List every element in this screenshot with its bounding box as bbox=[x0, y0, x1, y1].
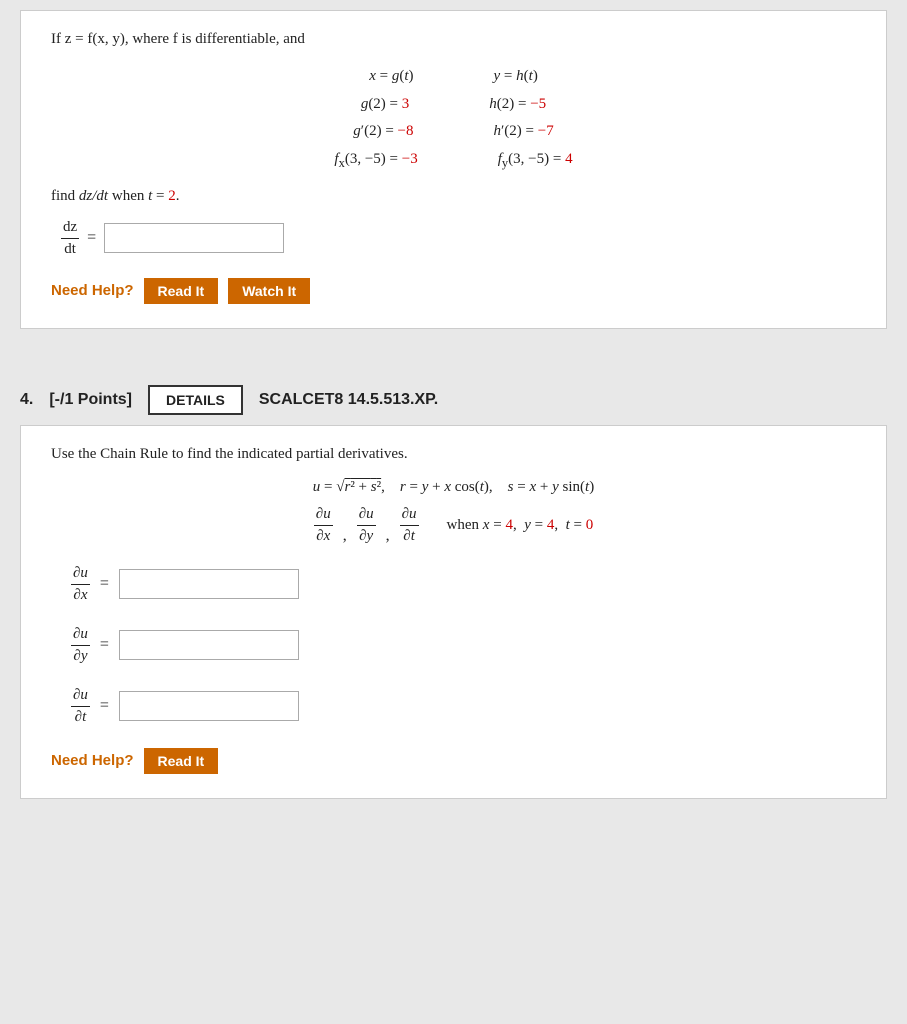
dz-numerator: dz bbox=[61, 219, 79, 239]
find-text: find dz/dt when t = 2. bbox=[51, 188, 856, 205]
need-help-row-4: Need Help? Read It bbox=[51, 748, 856, 774]
divider bbox=[0, 339, 907, 355]
equals-ut: = bbox=[100, 697, 109, 715]
answer-row-dz: dz dt = bbox=[61, 219, 856, 258]
problem4-equation: u = √r² + s², r = y + x cos(t), s = x + … bbox=[51, 479, 856, 496]
need-help-label-4: Need Help? bbox=[51, 752, 134, 769]
math-row-3: g′(2) = −8 h′(2) = −7 bbox=[51, 119, 856, 145]
given-g2: g(2) = 3 bbox=[361, 92, 409, 118]
partial-ux: ∂u ∂x bbox=[314, 506, 333, 545]
comma2: , bbox=[386, 527, 390, 545]
math-row-1: x = g(t) y = h(t) bbox=[51, 64, 856, 90]
uy-answer-input[interactable] bbox=[119, 630, 299, 660]
given-gprime: g′(2) = −8 bbox=[353, 119, 413, 145]
watch-it-button-3[interactable]: Watch It bbox=[228, 278, 310, 304]
math-block: x = g(t) y = h(t) g(2) = 3 h(2) = −5 g′(… bbox=[51, 64, 856, 174]
equals-uy: = bbox=[100, 636, 109, 654]
dz-denominator: dt bbox=[62, 239, 78, 258]
math-row-4: fx(3, −5) = −3 fy(3, −5) = 4 bbox=[51, 147, 856, 174]
math-row-2: g(2) = 3 h(2) = −5 bbox=[51, 92, 856, 118]
partial-ut: ∂u ∂t bbox=[400, 506, 419, 545]
when-text: when x = 4, y = 4, t = 0 bbox=[447, 517, 594, 534]
equals-ux: = bbox=[100, 575, 109, 593]
ans-fraction-ux: ∂u ∂x bbox=[71, 565, 90, 604]
ux-answer-input[interactable] bbox=[119, 569, 299, 599]
read-it-button-4[interactable]: Read It bbox=[144, 748, 219, 774]
dz-answer-input[interactable] bbox=[104, 223, 284, 253]
comma1: , bbox=[343, 527, 347, 545]
divider2 bbox=[0, 355, 907, 371]
given-fy: fy(3, −5) = 4 bbox=[498, 147, 573, 174]
given-h2: h(2) = −5 bbox=[489, 92, 546, 118]
problem3-intro: If z = f(x, y), where f is differentiabl… bbox=[51, 31, 856, 48]
given-x-eq: x = g(t) bbox=[369, 64, 413, 90]
given-y-eq: y = h(t) bbox=[494, 64, 538, 90]
answer-row-ut: ∂u ∂t = bbox=[71, 687, 856, 726]
partial-uy: ∂u ∂y bbox=[357, 506, 376, 545]
answer-row-uy: ∂u ∂y = bbox=[71, 626, 856, 665]
ans-fraction-uy: ∂u ∂y bbox=[71, 626, 90, 665]
problem4-points: [-/1 Points] bbox=[49, 391, 132, 409]
partial-expressions: ∂u ∂x , ∂u ∂y , ∂u ∂t bbox=[314, 506, 419, 545]
problem3-box: If z = f(x, y), where f is differentiabl… bbox=[20, 10, 887, 329]
read-it-button-3[interactable]: Read It bbox=[144, 278, 219, 304]
details-button[interactable]: DETAILS bbox=[148, 385, 243, 415]
need-help-row-3: Need Help? Read It Watch It bbox=[51, 278, 856, 304]
given-fx: fx(3, −5) = −3 bbox=[334, 147, 417, 174]
ans-fraction-ut: ∂u ∂t bbox=[71, 687, 90, 726]
given-hprime: h′(2) = −7 bbox=[494, 119, 554, 145]
problem4-header: 4. [-/1 Points] DETAILS SCALCET8 14.5.51… bbox=[0, 371, 907, 425]
problem4-number: 4. bbox=[20, 391, 33, 409]
problem4-id: SCALCET8 14.5.513.XP. bbox=[259, 391, 438, 409]
problem4-box: Use the Chain Rule to find the indicated… bbox=[20, 425, 887, 799]
answer-rows-block: ∂u ∂x = ∂u ∂y = ∂u ∂t bbox=[71, 565, 856, 726]
page-container: If z = f(x, y), where f is differentiabl… bbox=[0, 10, 907, 799]
answer-row-ux: ∂u ∂x = bbox=[71, 565, 856, 604]
ut-answer-input[interactable] bbox=[119, 691, 299, 721]
equals-sign: = bbox=[87, 229, 96, 247]
problem4-intro: Use the Chain Rule to find the indicated… bbox=[51, 446, 856, 463]
partial-line: ∂u ∂x , ∂u ∂y , ∂u ∂t when x = 4, y = 4,… bbox=[51, 506, 856, 545]
need-help-label-3: Need Help? bbox=[51, 282, 134, 299]
dz-fraction: dz dt bbox=[61, 219, 79, 258]
